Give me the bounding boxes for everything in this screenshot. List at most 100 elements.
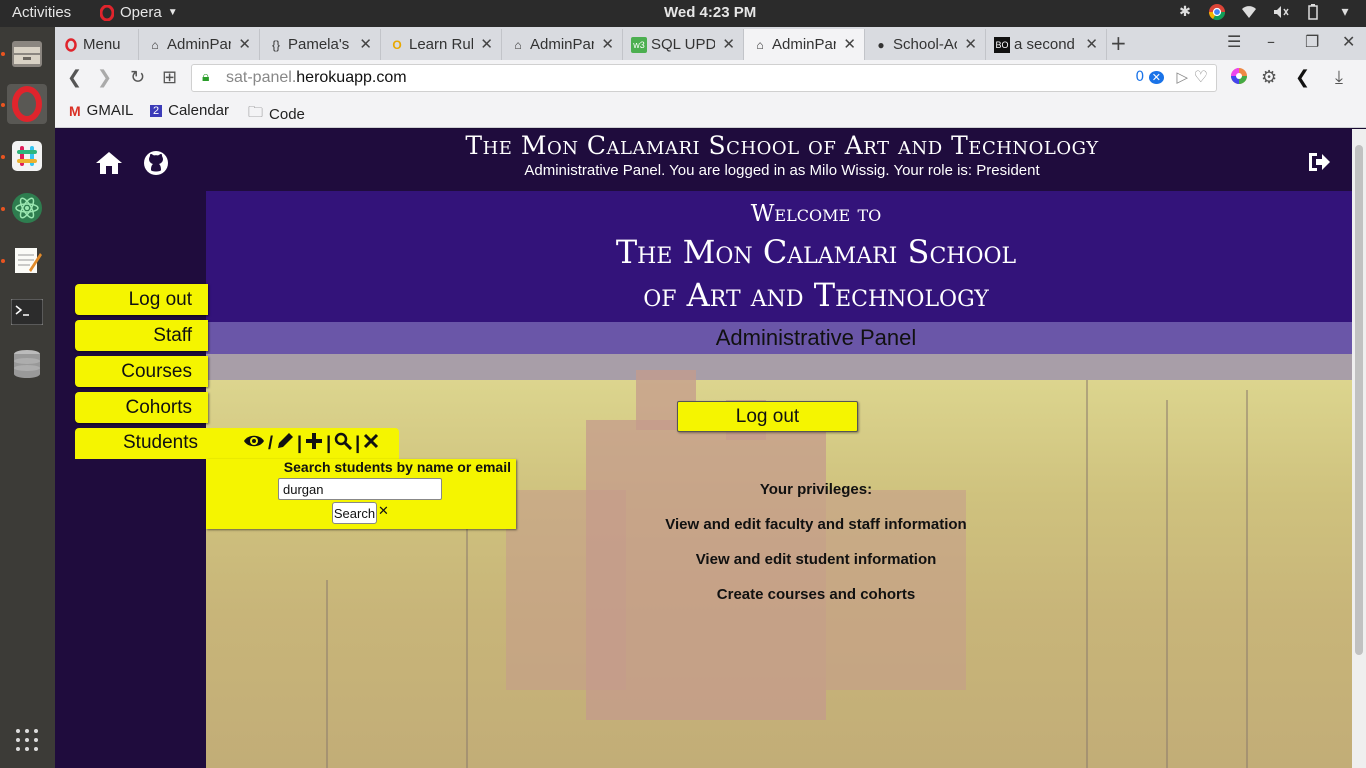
search-icon[interactable] <box>334 432 353 455</box>
close-tab-icon[interactable]: ✕ <box>601 35 614 53</box>
launcher-dock <box>0 27 55 768</box>
close-tab-icon[interactable]: ✕ <box>359 35 372 53</box>
battery-icon[interactable] <box>1304 3 1322 21</box>
url-prefix: sat-panel. <box>226 69 297 86</box>
logout-exit-icon[interactable] <box>1307 151 1331 173</box>
tab-label: AdminPar <box>772 36 836 53</box>
close-tab-icon[interactable]: ✕ <box>238 35 251 53</box>
tab-menu[interactable]: Menu <box>55 29 139 60</box>
welcome-line-2: of Art and Technology <box>643 276 989 314</box>
close-x-icon[interactable] <box>363 433 379 454</box>
clear-search-icon[interactable]: ✕ <box>378 504 389 519</box>
database-icon[interactable] <box>7 344 47 384</box>
tab-learn-ruby[interactable]: O Learn Rub ✕ <box>381 29 502 60</box>
bo-icon: BO <box>994 36 1010 53</box>
tree-shape <box>1086 380 1088 768</box>
chevron-left-icon[interactable]: ❮ <box>1295 67 1310 88</box>
side-courses-button[interactable]: Courses <box>75 356 208 387</box>
scrollbar-thumb[interactable] <box>1355 145 1363 655</box>
privilege-item: View and edit faculty and staff informat… <box>665 516 967 533</box>
tab-adminpanel-active[interactable]: ⌂ AdminPar ✕ <box>744 29 865 60</box>
power-menu-icon[interactable]: ▾ <box>1336 3 1354 21</box>
separator: | <box>297 433 303 453</box>
home-icon[interactable] <box>95 151 123 175</box>
wifi-icon[interactable] <box>1240 3 1258 21</box>
tab-label: SQL UPDA <box>651 36 715 53</box>
running-indicator <box>1 103 5 107</box>
side-staff-button[interactable]: Staff <box>75 320 208 351</box>
speed-dial-icon[interactable]: ⊞ <box>162 67 177 88</box>
close-tab-icon[interactable]: ✕ <box>843 35 856 53</box>
tab-a-second[interactable]: BO a second ✕ <box>986 29 1107 60</box>
side-cohorts-button[interactable]: Cohorts <box>75 392 208 423</box>
close-tab-icon[interactable]: ✕ <box>964 35 977 53</box>
tab-label: Pamela's <box>288 36 350 53</box>
download-icon[interactable]: ⤓ <box>1335 67 1343 88</box>
app-menu[interactable]: Opera ▼ <box>100 4 178 21</box>
maximize-button[interactable]: ❐ <box>1305 32 1319 51</box>
search-button[interactable]: Search <box>332 502 377 524</box>
adblock-counter[interactable]: 0 ✕ <box>1135 69 1164 85</box>
close-tab-icon[interactable]: ✕ <box>722 35 735 53</box>
close-tab-icon[interactable]: ✕ <box>480 35 493 53</box>
edit-pencil-icon[interactable] <box>276 432 294 455</box>
bookmark-calendar[interactable]: 2 Calendar <box>150 102 229 119</box>
atom-icon[interactable] <box>7 188 47 228</box>
privilege-item: View and edit student information <box>695 551 937 568</box>
heart-icon[interactable]: ♡ <box>1194 67 1208 86</box>
close-window-button[interactable]: ✕ <box>1342 32 1355 51</box>
privileges-title: Your privileges: <box>759 481 873 498</box>
clock[interactable]: Wed 4:23 PM <box>664 4 756 21</box>
system-tray: ✱ ▾ <box>1176 3 1354 21</box>
page-scrollbar[interactable] <box>1352 129 1366 768</box>
separator: / <box>268 433 274 453</box>
terminal-icon[interactable] <box>7 292 47 332</box>
close-tab-icon[interactable]: ✕ <box>1085 35 1098 53</box>
minimize-button[interactable]: – <box>1267 32 1275 51</box>
tab-school-admin[interactable]: ● School-Ac ✕ <box>865 29 986 60</box>
tree-shape <box>1166 400 1168 768</box>
opera-dock-icon[interactable] <box>7 84 47 124</box>
view-eye-icon[interactable] <box>243 433 265 454</box>
text-editor-icon[interactable] <box>7 240 47 280</box>
forward-button[interactable]: ❯ <box>97 67 112 88</box>
url-field[interactable]: 🔒︎ sat-panel.herokuapp.com 0 ✕ ▷ ♡ <box>191 64 1217 92</box>
tab-label: AdminPar <box>167 36 231 53</box>
tab-sql-update[interactable]: w3 SQL UPDA ✕ <box>623 29 744 60</box>
tab-pamelas[interactable]: {} Pamela's ✕ <box>260 29 381 60</box>
slack-icon[interactable] <box>7 136 47 176</box>
bookmark-code[interactable]: 🗀︎ Code <box>248 102 305 127</box>
logout-button[interactable]: Log out <box>677 401 858 432</box>
running-indicator <box>1 207 5 211</box>
bookmark-gmail[interactable]: M GMAIL <box>69 102 133 119</box>
color-wheel-icon[interactable] <box>1230 67 1248 90</box>
activities-button[interactable]: Activities <box>12 4 71 21</box>
tab-label: AdminPar <box>530 36 594 53</box>
tab-adminpanel-1[interactable]: ⌂ AdminPar ✕ <box>139 29 260 60</box>
tab-adminpanel-2[interactable]: ⌂ AdminPar ✕ <box>502 29 623 60</box>
reload-button[interactable]: ↻ <box>130 67 145 88</box>
tree-shape <box>1246 390 1248 768</box>
welcome-line-1: The Mon Calamari School <box>615 233 1017 271</box>
side-students-menu[interactable]: Students / | | | <box>75 428 399 459</box>
send-icon[interactable]: ▷ <box>1176 68 1188 86</box>
settings-gear-icon[interactable]: ✱ <box>1176 3 1194 21</box>
new-tab-button[interactable]: + <box>1110 31 1127 55</box>
github-icon[interactable] <box>143 150 169 176</box>
home-icon: ⌂ <box>514 37 522 52</box>
chrome-icon[interactable] <box>1208 3 1226 21</box>
github-icon: ● <box>877 37 885 52</box>
search-input[interactable]: durgan <box>278 478 442 500</box>
files-icon[interactable] <box>7 33 47 73</box>
home-icon: ⌂ <box>151 37 159 52</box>
settings-icon[interactable]: ⚙ <box>1261 67 1277 88</box>
calendar-icon: 2 <box>150 104 163 117</box>
tab-menu-icon[interactable]: ☰ <box>1227 32 1241 51</box>
welcome-heading-small: Welcome to <box>750 201 882 227</box>
show-applications-icon[interactable] <box>7 720 47 760</box>
gmail-icon: M <box>69 102 81 119</box>
side-logout-button[interactable]: Log out <box>75 284 208 315</box>
volume-icon[interactable] <box>1272 3 1290 21</box>
add-plus-icon[interactable] <box>305 432 323 455</box>
back-button[interactable]: ❮ <box>67 67 82 88</box>
